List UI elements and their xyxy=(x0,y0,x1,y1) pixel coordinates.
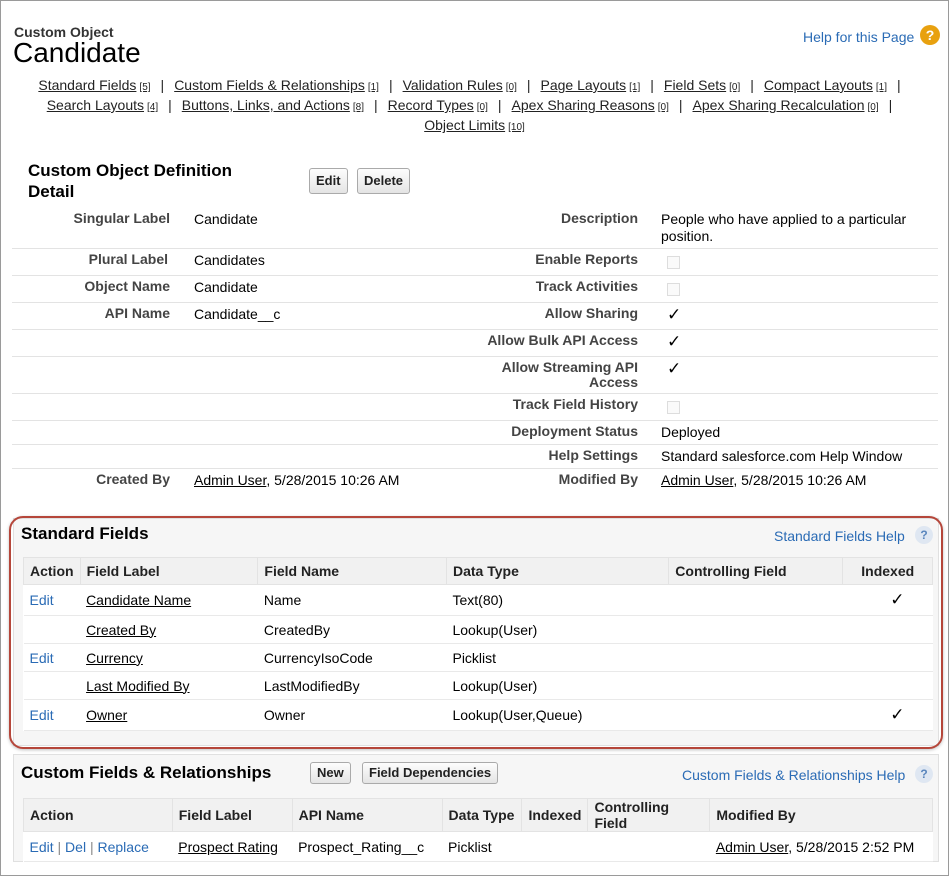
related-list-links-row-3: Object Limits [10] xyxy=(424,117,525,133)
field-value: Deployed xyxy=(661,424,721,440)
detail-section-title: Custom Object Definition Detail xyxy=(28,161,232,201)
link-custom-fields[interactable]: Custom Fields & Relationships xyxy=(174,77,365,93)
modified-by-user-link[interactable]: Admin User xyxy=(716,839,788,855)
api-name: Prospect_Rating__c xyxy=(292,831,443,862)
field-label: API Name xyxy=(104,305,170,321)
checkmark-icon: ✓ xyxy=(667,305,682,324)
column-header: API Name xyxy=(291,798,443,832)
modified-by-user-link[interactable]: Admin User xyxy=(661,472,733,488)
link-search-layouts[interactable]: Search Layouts xyxy=(47,97,144,113)
delete-button[interactable]: Delete xyxy=(357,168,411,194)
field-value: Candidate xyxy=(194,211,258,227)
page-title: Candidate xyxy=(13,37,141,68)
row-divider xyxy=(12,248,938,249)
modified-by-label: Modified By xyxy=(558,471,638,487)
field-label: Allow Sharing xyxy=(544,305,638,321)
column-header: Data Type xyxy=(441,798,523,832)
custom-fields-table: Action Field Label API Name Data Type In… xyxy=(23,798,933,862)
column-header: Action xyxy=(23,798,173,832)
created-by-value: Admin User, 5/28/2015 10:26 AM xyxy=(194,472,400,488)
row-divider xyxy=(12,420,938,421)
highlight-ring xyxy=(9,516,943,749)
field-label: Enable Reports xyxy=(535,251,638,267)
row-divider xyxy=(12,444,938,445)
field-label: Deployment Status xyxy=(511,423,638,439)
field-label: Object Name xyxy=(84,278,170,294)
field-label: Plural Label xyxy=(88,251,168,267)
help-for-page-link[interactable]: Help for this Page xyxy=(803,29,914,45)
custom-fields-title: Custom Fields & Relationships xyxy=(21,763,272,782)
field-label: Description xyxy=(560,210,638,226)
link-object-limits[interactable]: Object Limits xyxy=(424,117,505,133)
link-apex-sharing-reasons[interactable]: Apex Sharing Reasons xyxy=(512,97,655,113)
indexed xyxy=(521,831,588,862)
column-header: Indexed xyxy=(521,798,589,832)
field-label: Singular Label xyxy=(73,210,170,226)
column-header: Controlling Field xyxy=(587,798,711,832)
controlling-field xyxy=(587,831,710,862)
link-page-layouts[interactable]: Page Layouts xyxy=(541,77,627,93)
field-value: People who have applied to a particular … xyxy=(661,211,907,244)
field-label: Allow Bulk API Access xyxy=(487,332,638,348)
custom-fields-help-link[interactable]: Custom Fields & Relationships Help xyxy=(682,767,905,783)
edit-button[interactable]: Edit xyxy=(309,168,348,194)
field-dependencies-button[interactable]: Field Dependencies xyxy=(362,762,499,784)
row-divider xyxy=(12,356,938,357)
checkmark-icon: ✓ xyxy=(667,332,682,351)
created-by-user-link[interactable]: Admin User xyxy=(194,472,266,488)
link-compact-layouts[interactable]: Compact Layouts xyxy=(764,77,873,93)
related-list-links-row-2: Search Layouts [4] | Buttons, Links, and Ac… xyxy=(46,97,893,113)
link-record-types[interactable]: Record Types xyxy=(388,97,474,113)
edit-link[interactable]: Edit xyxy=(30,839,54,855)
related-list-links-row-1: Standard Fields [5] | Custom Fields & Relat… xyxy=(38,77,901,93)
field-value: Candidate__c xyxy=(194,306,281,322)
field-value: Candidate xyxy=(194,279,258,295)
link-field-sets[interactable]: Field Sets xyxy=(664,77,726,93)
modified-by-value: Admin User, 5/28/2015 10:26 AM xyxy=(661,472,867,488)
delete-link[interactable]: Del xyxy=(65,839,86,855)
row-divider xyxy=(12,468,938,469)
column-header: Modified By xyxy=(709,798,933,832)
checkmark-icon: ✓ xyxy=(667,359,682,378)
help-icon[interactable]: ? xyxy=(920,25,940,45)
row-divider xyxy=(12,275,938,276)
field-label: Track Field History xyxy=(512,396,638,412)
link-validation-rules[interactable]: Validation Rules xyxy=(403,77,503,93)
row-divider xyxy=(12,393,938,394)
modified-by: Admin User, 5/28/2015 2:52 PM xyxy=(709,831,933,862)
link-buttons-links-actions[interactable]: Buttons, Links, and Actions xyxy=(182,97,350,113)
field-label: Track Activities xyxy=(535,278,638,294)
new-field-button[interactable]: New xyxy=(310,762,351,784)
checkbox-unchecked-icon xyxy=(667,256,680,269)
checkbox-unchecked-icon xyxy=(667,401,680,414)
field-label: Allow Streaming API Access xyxy=(501,359,638,390)
column-header: Field Label xyxy=(171,798,293,832)
field-label: Help Settings xyxy=(548,447,638,463)
row-divider xyxy=(12,329,938,330)
field-label-link[interactable]: Prospect Rating xyxy=(178,839,278,855)
table-header-row: Action Field Label API Name Data Type In… xyxy=(23,798,933,832)
data-type: Picklist xyxy=(442,831,522,862)
help-question-icon[interactable]: ? xyxy=(915,765,933,783)
link-apex-sharing-recalculation[interactable]: Apex Sharing Recalculation xyxy=(693,97,865,113)
field-value: Standard salesforce.com Help Window xyxy=(661,448,903,464)
created-by-label: Created By xyxy=(96,471,170,487)
field-value: Candidates xyxy=(194,252,265,268)
row-divider xyxy=(12,302,938,303)
replace-link[interactable]: Replace xyxy=(97,839,148,855)
link-standard-fields[interactable]: Standard Fields xyxy=(38,77,136,93)
checkbox-unchecked-icon xyxy=(667,283,680,296)
table-row: Edit | Del | Replace Prospect Rating Pro… xyxy=(23,831,933,862)
